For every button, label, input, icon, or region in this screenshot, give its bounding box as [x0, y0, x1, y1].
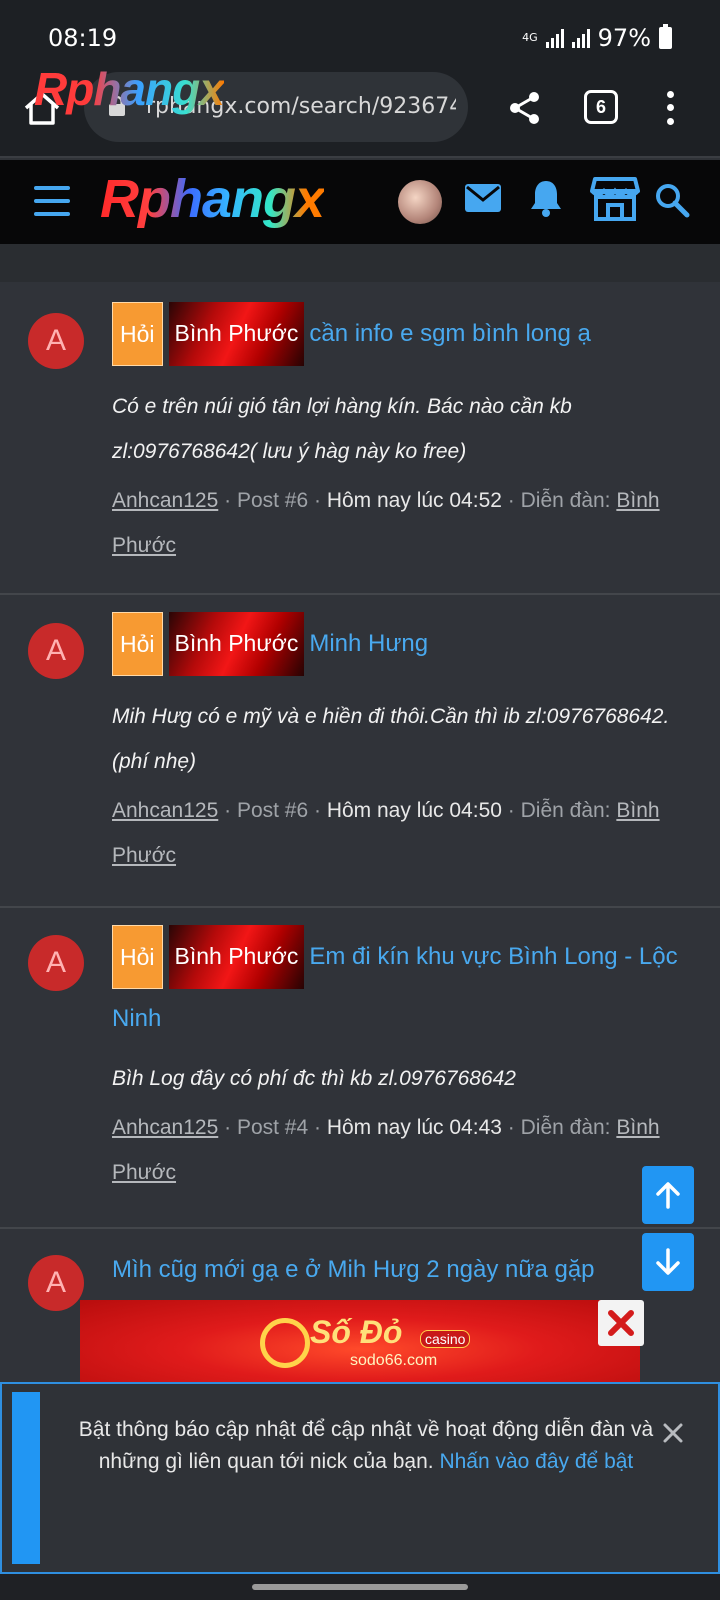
prefix-tag-region[interactable]: Bình Phước	[168, 302, 305, 366]
scroll-to-top-button[interactable]	[642, 1166, 694, 1224]
post-title-line[interactable]: Hỏi Bình Phước Em đi kín khu vực Bình Long…	[112, 925, 692, 1048]
post-snippet: Có e trên núi gió tân lợi hàng kín. Bác …	[112, 395, 572, 463]
battery-icon	[659, 24, 672, 49]
post-meta: Anhcan125 · Post #6 · Hôm nay lúc 04:50 …	[112, 799, 660, 867]
prefix-tag-region[interactable]: Bình Phước	[168, 925, 305, 989]
close-icon[interactable]	[662, 1422, 684, 1444]
signal-icon	[545, 28, 564, 48]
notice-accent-bar	[12, 1392, 40, 1564]
post-title[interactable]: Minh Hưng	[309, 630, 428, 657]
post-number: Post #4	[236, 1115, 309, 1139]
post-time: Hôm nay lúc 04:50	[326, 799, 502, 822]
author-link[interactable]: Anhcan125	[112, 799, 218, 822]
forum-label: Diễn đàn:	[520, 489, 611, 512]
mail-icon[interactable]	[464, 182, 502, 214]
share-icon[interactable]	[505, 88, 545, 128]
post-snippet: Bìh Log đây có phí đc thì kb zl.09767686…	[112, 1066, 516, 1090]
status-indicators: 4G 97%	[522, 24, 672, 52]
notification-bell-icon[interactable]	[528, 178, 564, 218]
author-avatar[interactable]: A	[28, 623, 84, 679]
enable-notifications-link[interactable]: Nhấn vào đây để bật	[439, 1450, 633, 1473]
store-icon[interactable]	[590, 176, 640, 222]
search-result-item: A Hỏi Bình Phước Minh Hưng Mih Hưg có e mỹ…	[0, 595, 720, 908]
arrow-up-icon	[656, 1182, 680, 1209]
forum-label: Diễn đàn:	[520, 1115, 611, 1139]
search-result-item: A Hỏi Bình Phước cần info e sgm bình long …	[0, 282, 720, 595]
prefix-tag-region[interactable]: Bình Phước	[168, 612, 305, 676]
post-content: Hỏi Bình Phước cần info e sgm bình long ạ …	[112, 302, 692, 568]
close-icon	[608, 1310, 634, 1336]
post-title-line[interactable]: Hỏi Bình Phước Minh Hưng	[112, 612, 692, 676]
post-title[interactable]: Mìh cũg mới gạ e ở Mih Hưg 2 ngày nữa gặ…	[112, 1253, 692, 1287]
tab-switcher-button[interactable]: 6	[584, 90, 618, 124]
post-time: Hôm nay lúc 04:52	[326, 489, 502, 512]
scroll-to-bottom-button[interactable]	[642, 1233, 694, 1291]
status-time: 08:19	[48, 24, 118, 52]
ad-close-button[interactable]	[598, 1300, 644, 1346]
post-title[interactable]: cần info e sgm bình long ạ	[309, 320, 591, 347]
ad-badge: casino	[420, 1330, 471, 1348]
post-time: Hôm nay lúc 04:43	[326, 1115, 502, 1139]
forum-label: Diễn đàn:	[520, 799, 611, 822]
browser-toolbar: rphangx.com/search/9236740/ Rphangx 6	[0, 63, 720, 158]
post-content: Mìh cũg mới gạ e ở Mih Hưg 2 ngày nữa gặ…	[112, 1253, 692, 1287]
site-header: Rphangx	[0, 160, 720, 244]
push-notification-notice: Bật thông báo cập nhật để cập nhật về ho…	[0, 1382, 720, 1574]
post-title-line[interactable]: Hỏi Bình Phước cần info e sgm bình long ạ	[112, 302, 692, 366]
ad-brand: Số Đỏ	[310, 1314, 403, 1350]
notice-text: Bật thông báo cập nhật để cập nhật về ho…	[66, 1414, 666, 1478]
post-meta: Anhcan125 · Post #4 · Hôm nay lúc 04:43 …	[112, 1115, 660, 1184]
search-icon[interactable]	[654, 182, 690, 218]
navigation-gesture-bar	[0, 1574, 720, 1600]
author-avatar[interactable]: A	[28, 935, 84, 991]
site-logo-text: Rphangx	[100, 169, 325, 229]
post-number: Post #6	[236, 799, 309, 822]
address-bar[interactable]: rphangx.com/search/9236740/	[84, 72, 468, 142]
lock-icon	[109, 96, 125, 116]
more-menu-icon[interactable]	[660, 88, 680, 128]
prefix-tag-hoi[interactable]: Hỏi	[112, 925, 163, 989]
battery-level: 97%	[597, 24, 651, 52]
author-link[interactable]: Anhcan125	[112, 489, 218, 512]
post-snippet: Mih Hưg có e mỹ và e hiền đi thôi.Cần th…	[112, 705, 670, 773]
user-avatar[interactable]	[398, 180, 442, 224]
url-text: rphangx.com/search/9236740/	[146, 94, 456, 119]
author-avatar[interactable]: A	[28, 1255, 84, 1311]
search-result-item: A Hỏi Bình Phước Em đi kín khu vực Bình Lo…	[0, 908, 720, 1229]
site-logo[interactable]: Rphangx	[100, 168, 325, 230]
hamburger-menu-icon[interactable]	[34, 186, 70, 216]
author-link[interactable]: Anhcan125	[112, 1116, 218, 1139]
gesture-handle[interactable]	[252, 1584, 468, 1590]
post-content: Hỏi Bình Phước Minh Hưng Mih Hưg có e mỹ v…	[112, 612, 692, 878]
ad-domain: sodo66.com	[350, 1352, 438, 1369]
arrow-down-icon	[656, 1248, 680, 1275]
post-content: Hỏi Bình Phước Em đi kín khu vực Bình Long…	[112, 925, 692, 1195]
ad-logo-icon	[260, 1318, 310, 1368]
post-meta: Anhcan125 · Post #6 · Hôm nay lúc 04:52 …	[112, 489, 660, 557]
status-bar: 08:19 4G 97%	[0, 0, 720, 70]
home-icon[interactable]	[22, 88, 62, 128]
post-number: Post #6	[236, 489, 309, 512]
network-type-icon: 4G	[522, 31, 538, 44]
ad-banner[interactable]: Số Đỏ sodo66.com casino	[80, 1300, 640, 1382]
prefix-tag-hoi[interactable]: Hỏi	[112, 612, 163, 676]
author-avatar[interactable]: A	[28, 313, 84, 369]
content-top-band	[0, 244, 720, 282]
prefix-tag-hoi[interactable]: Hỏi	[112, 302, 163, 366]
signal-icon	[571, 28, 590, 48]
